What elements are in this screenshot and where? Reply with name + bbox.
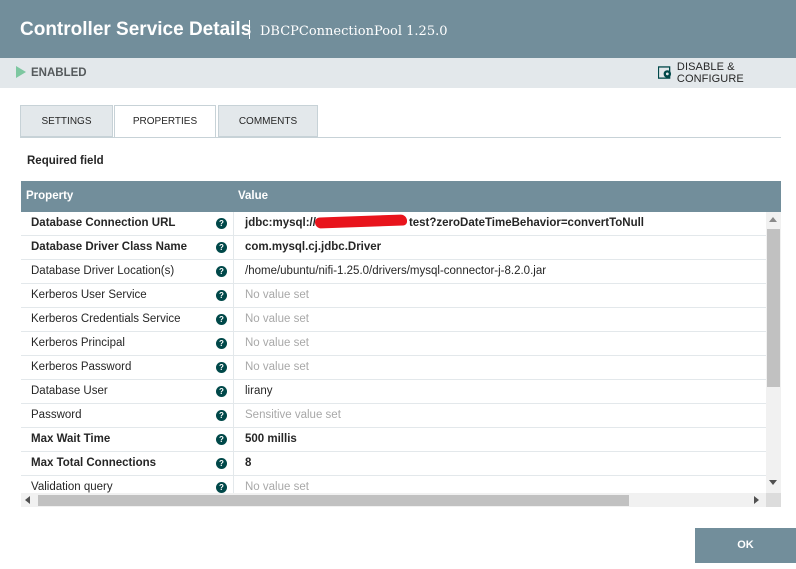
- help-icon[interactable]: ?: [216, 482, 227, 493]
- property-value[interactable]: /home/ubuntu/nifi-1.25.0/drivers/mysql-c…: [245, 265, 546, 277]
- url-suffix: test?zeroDateTimeBehavior=convertToNull: [408, 217, 645, 229]
- property-value[interactable]: No value set: [245, 481, 309, 493]
- column-divider: [233, 308, 234, 332]
- column-divider: [233, 212, 234, 236]
- property-name: Database Connection URL: [31, 217, 176, 229]
- column-divider: [233, 260, 234, 284]
- scroll-down-arrow-icon[interactable]: [769, 480, 777, 485]
- property-name: Validation query: [31, 481, 113, 493]
- property-name: Max Wait Time: [31, 433, 111, 445]
- dialog-footer: [0, 528, 796, 569]
- enabled-play-icon: [16, 66, 26, 78]
- property-value[interactable]: No value set: [245, 313, 309, 325]
- vertical-scroll-thumb[interactable]: [767, 229, 780, 387]
- state-label: ENABLED: [31, 67, 87, 79]
- scrollbar-corner: [766, 493, 781, 507]
- tab-divider: [20, 137, 781, 138]
- help-icon[interactable]: ?: [216, 242, 227, 253]
- property-value[interactable]: jdbc:mysql:// test?zeroDateTimeBehavior=c…: [245, 217, 644, 229]
- column-divider: [233, 236, 234, 260]
- help-icon[interactable]: ?: [216, 434, 227, 445]
- table-row[interactable]: Validation query ? No value set: [21, 476, 766, 493]
- help-icon[interactable]: ?: [216, 218, 227, 229]
- property-value[interactable]: Sensitive value set: [245, 409, 341, 421]
- table-row[interactable]: Database Driver Class Name ? com.mysql.c…: [21, 236, 766, 260]
- table-row[interactable]: Password ? Sensitive value set: [21, 404, 766, 428]
- table-row[interactable]: Kerberos Credentials Service ? No value …: [21, 308, 766, 332]
- property-name: Database Driver Class Name: [31, 241, 187, 253]
- horizontal-scroll-thumb[interactable]: [38, 495, 629, 506]
- property-name: Kerberos Principal: [31, 337, 125, 349]
- required-field-note: Required field: [27, 155, 104, 167]
- title-divider: [249, 20, 250, 39]
- disable-configure-label: DISABLE & CONFIGURE: [676, 61, 744, 85]
- table-row[interactable]: Kerberos User Service ? No value set: [21, 284, 766, 308]
- property-value[interactable]: 500 millis: [245, 433, 297, 445]
- disable-configure-button[interactable]: DISABLE & CONFIGURE: [658, 61, 796, 85]
- help-icon[interactable]: ?: [216, 458, 227, 469]
- property-value[interactable]: No value set: [245, 361, 309, 373]
- column-divider: [233, 356, 234, 380]
- scroll-left-arrow-icon[interactable]: [25, 496, 30, 504]
- scroll-up-arrow-icon[interactable]: [769, 217, 777, 222]
- table-row[interactable]: Database Driver Location(s) ? /home/ubun…: [21, 260, 766, 284]
- property-name: Database User: [31, 385, 108, 397]
- column-divider: [233, 404, 234, 428]
- service-type: DBCPConnectionPool 1.25.0: [260, 24, 448, 39]
- table-row[interactable]: Kerberos Principal ? No value set: [21, 332, 766, 356]
- properties-table: Database Connection URL ? jdbc:mysql:// t…: [21, 212, 766, 493]
- property-value[interactable]: com.mysql.cj.jdbc.Driver: [245, 241, 381, 253]
- dialog-header: Controller Service Details DBCPConnectio…: [0, 0, 796, 58]
- property-name: Max Total Connections: [31, 457, 157, 469]
- property-value[interactable]: 8: [245, 457, 251, 469]
- column-divider: [233, 284, 234, 308]
- property-name: Password: [31, 409, 82, 421]
- property-name: Kerberos Password: [31, 361, 132, 373]
- column-divider: [233, 452, 234, 476]
- property-value[interactable]: lirany: [245, 385, 272, 397]
- property-value[interactable]: No value set: [245, 337, 309, 349]
- dialog-title: Controller Service Details: [20, 19, 252, 40]
- tab-settings[interactable]: SETTINGS: [20, 105, 113, 137]
- table-row[interactable]: Kerberos Password ? No value set: [21, 356, 766, 380]
- value-column-header: Value: [238, 190, 269, 202]
- help-icon[interactable]: ?: [216, 290, 227, 301]
- column-divider: [233, 380, 234, 404]
- property-column-header: Property: [26, 190, 74, 202]
- help-icon[interactable]: ?: [216, 410, 227, 421]
- help-icon[interactable]: ?: [216, 266, 227, 277]
- table-row[interactable]: Max Wait Time ? 500 millis: [21, 428, 766, 452]
- url-prefix: jdbc:mysql://: [245, 217, 316, 229]
- column-divider: [233, 476, 234, 493]
- help-icon[interactable]: ?: [216, 386, 227, 397]
- configure-gear-icon: [658, 66, 672, 79]
- table-row[interactable]: Max Total Connections ? 8: [21, 452, 766, 476]
- column-divider: [233, 332, 234, 356]
- ok-button[interactable]: OK: [695, 528, 796, 563]
- help-icon[interactable]: ?: [216, 314, 227, 325]
- tab-comments[interactable]: COMMENTS: [218, 105, 318, 137]
- property-name: Kerberos Credentials Service: [31, 313, 181, 325]
- property-name: Kerberos User Service: [31, 289, 147, 301]
- property-name: Database Driver Location(s): [31, 265, 175, 277]
- table-header: Property Value: [21, 181, 781, 212]
- help-icon[interactable]: ?: [216, 362, 227, 373]
- property-value[interactable]: No value set: [245, 289, 309, 301]
- table-row[interactable]: Database User ? lirany: [21, 380, 766, 404]
- column-divider: [233, 428, 234, 452]
- scroll-right-arrow-icon[interactable]: [754, 496, 759, 504]
- tab-properties[interactable]: PROPERTIES: [114, 105, 216, 138]
- help-icon[interactable]: ?: [216, 338, 227, 349]
